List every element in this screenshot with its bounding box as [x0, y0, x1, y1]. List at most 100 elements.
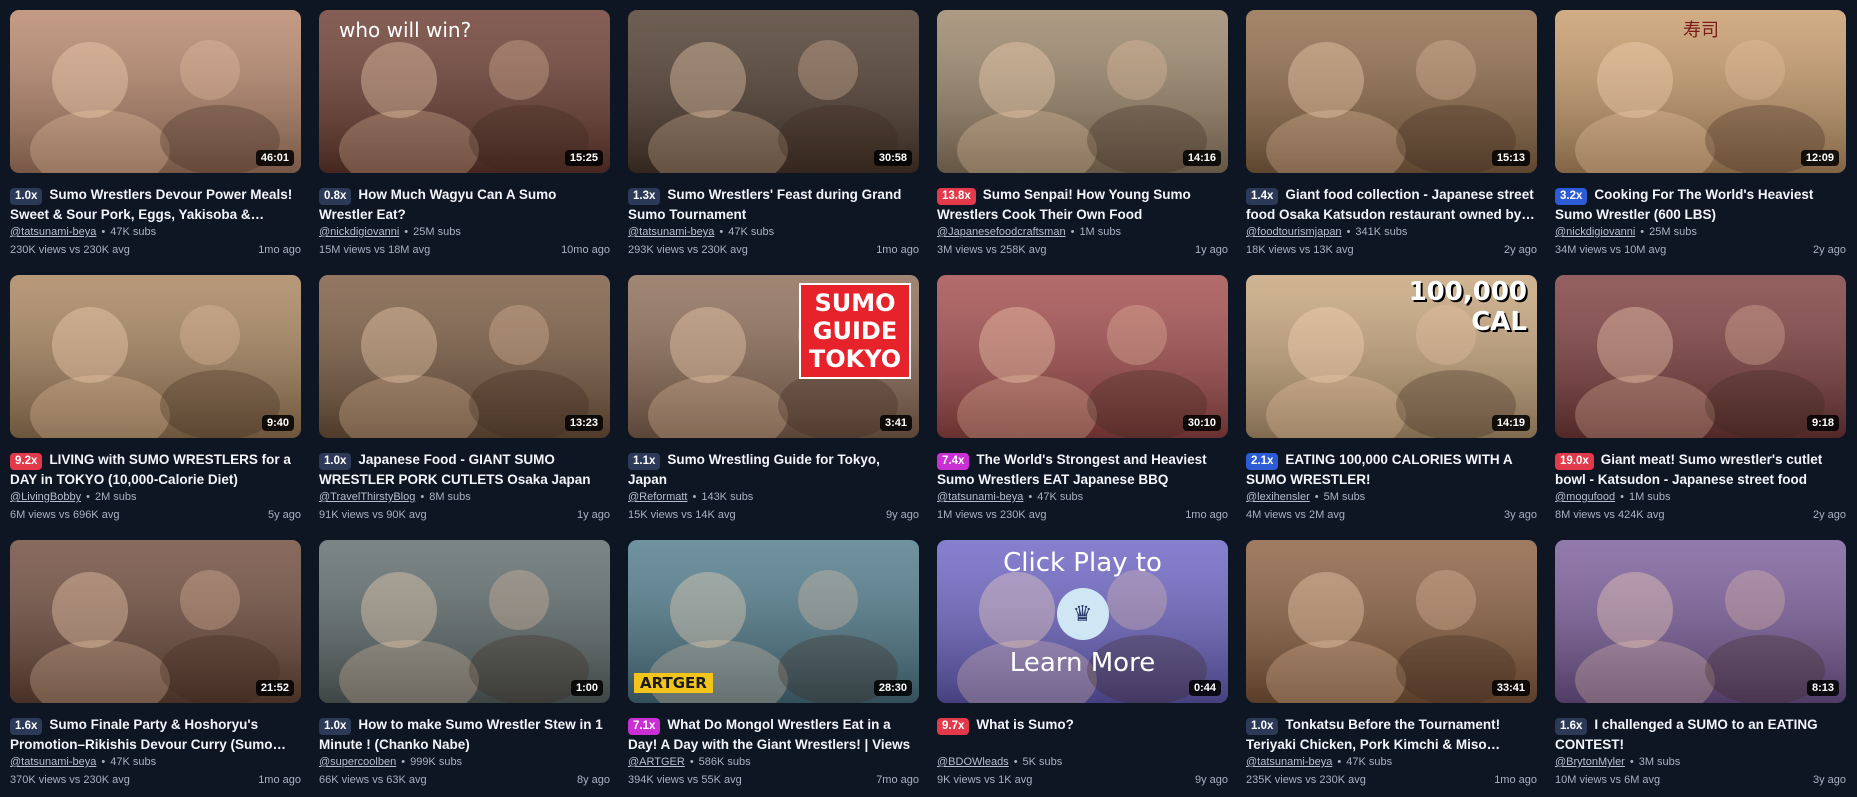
video-title[interactable]: Cooking For The World's Heaviest Sumo Wr…: [1555, 187, 1813, 222]
channel-link[interactable]: @nickdigiovanni: [1555, 226, 1635, 238]
video-title-row[interactable]: 1.6x Sumo Finale Party & Hoshoryu's Promo…: [10, 715, 301, 753]
video-title[interactable]: Sumo Wrestlers Devour Power Meals! Sweet…: [10, 187, 292, 223]
video-title-row[interactable]: 1.0x Sumo Wrestlers Devour Power Meals! S…: [10, 185, 301, 223]
video-title-row[interactable]: 13.8x Sumo Senpai! How Young Sumo Wrestle…: [937, 185, 1228, 223]
channel-link[interactable]: @foodtourismjapan: [1246, 226, 1342, 238]
channel-link[interactable]: @LivingBobby: [10, 491, 81, 503]
video-title-row[interactable]: 1.4x Giant food collection - Japanese str…: [1246, 185, 1537, 223]
video-card[interactable]: 15:13 1.4x Giant food collection - Japanes…: [1246, 10, 1537, 263]
video-card[interactable]: 寿司 12:09 3.2x Cooking For The World's Heavi…: [1555, 10, 1846, 263]
video-card[interactable]: 33:41 1.0x Tonkatsu Before the Tournament!…: [1246, 540, 1537, 793]
video-title[interactable]: How to make Sumo Wrestler Stew in 1 Minu…: [319, 717, 603, 752]
subscriber-count: 47K subs: [1346, 756, 1393, 768]
thumbnail-image: [1246, 10, 1537, 173]
video-title-row[interactable]: 0.8x How Much Wagyu Can A Sumo Wrestler E…: [319, 185, 610, 223]
video-duration: 0:44: [1188, 680, 1221, 696]
video-card[interactable]: 21:52 1.6x Sumo Finale Party & Hoshoryu's …: [10, 540, 301, 793]
video-card[interactable]: who will win? 15:25 0.8x How Much Wagyu Can…: [319, 10, 610, 263]
stats-row: 3M views vs 258K avg 1y ago: [937, 244, 1228, 256]
video-title[interactable]: EATING 100,000 CALORIES WITH A SUMO WRES…: [1246, 452, 1512, 487]
video-thumbnail[interactable]: 1:00: [319, 540, 610, 703]
video-thumbnail[interactable]: SUMO GUIDE TOKYO 3:41: [628, 275, 919, 438]
views-vs-avg: 370K views vs 230K avg: [10, 774, 130, 786]
video-title-row[interactable]: 9.2x LIVING with SUMO WRESTLERS for a DAY…: [10, 450, 301, 488]
stats-row: 15K views vs 14K avg 9y ago: [628, 509, 919, 521]
video-thumbnail[interactable]: who will win? 15:25: [319, 10, 610, 173]
video-title[interactable]: LIVING with SUMO WRESTLERS for a DAY in …: [10, 452, 291, 487]
video-thumbnail[interactable]: 13:23: [319, 275, 610, 438]
video-thumbnail[interactable]: 9:18: [1555, 275, 1846, 438]
video-card[interactable]: 1:00 1.0x How to make Sumo Wrestler Stew i…: [319, 540, 610, 793]
channel-link[interactable]: @tatsunami-beya: [10, 226, 96, 238]
video-card[interactable]: 46:01 1.0x Sumo Wrestlers Devour Power Mea…: [10, 10, 301, 263]
video-thumbnail[interactable]: 30:10: [937, 275, 1228, 438]
video-title-row[interactable]: 2.1x EATING 100,000 CALORIES WITH A SUMO …: [1246, 450, 1537, 488]
video-thumbnail[interactable]: 9:40: [10, 275, 301, 438]
channel-link[interactable]: @tatsunami-beya: [937, 491, 1023, 503]
channel-link[interactable]: @tatsunami-beya: [628, 226, 714, 238]
channel-link[interactable]: @BrytonMyler: [1555, 756, 1625, 768]
video-thumbnail[interactable]: 寿司 12:09: [1555, 10, 1846, 173]
video-title[interactable]: Sumo Wrestlers' Feast during Grand Sumo …: [628, 187, 901, 222]
video-title[interactable]: How Much Wagyu Can A Sumo Wrestler Eat?: [319, 187, 556, 222]
video-title-row[interactable]: 7.1x What Do Mongol Wrestlers Eat in a Da…: [628, 715, 919, 753]
video-title-row[interactable]: 19.0x Giant meat! Sumo wrestler's cutlet …: [1555, 450, 1846, 488]
video-thumbnail[interactable]: Click Play to ♛ Learn More 0:44: [937, 540, 1228, 703]
video-card[interactable]: Click Play to ♛ Learn More 0:44 9.7x What is …: [937, 540, 1228, 793]
video-title-row[interactable]: 1.1x Sumo Wrestling Guide for Tokyo, Japa…: [628, 450, 919, 488]
video-title[interactable]: Sumo Finale Party & Hoshoryu's Promotion…: [10, 717, 286, 753]
video-card[interactable]: 30:10 7.4x The World's Strongest and Heavi…: [937, 275, 1228, 528]
video-card[interactable]: 14:16 13.8x Sumo Senpai! How Young Sumo Wr…: [937, 10, 1228, 263]
video-title-row[interactable]: 1.3x Sumo Wrestlers' Feast during Grand S…: [628, 185, 919, 223]
video-title[interactable]: Japanese Food - GIANT SUMO WRESTLER PORK…: [319, 452, 591, 487]
channel-link[interactable]: @tatsunami-beya: [10, 756, 96, 768]
video-thumbnail[interactable]: 21:52: [10, 540, 301, 703]
video-title-row[interactable]: 1.6x I challenged a SUMO to an EATING CON…: [1555, 715, 1846, 753]
channel-link[interactable]: @Japanesefoodcraftsman: [937, 226, 1066, 238]
video-title-row[interactable]: 7.4x The World's Strongest and Heaviest S…: [937, 450, 1228, 488]
video-thumbnail[interactable]: 100,000 CAL 14:19: [1246, 275, 1537, 438]
video-title[interactable]: What is Sumo?: [976, 717, 1074, 732]
video-card[interactable]: 9:40 9.2x LIVING with SUMO WRESTLERS for a…: [10, 275, 301, 528]
video-thumbnail[interactable]: 33:41: [1246, 540, 1537, 703]
video-thumbnail[interactable]: 46:01: [10, 10, 301, 173]
video-title[interactable]: What Do Mongol Wrestlers Eat in a Day! A…: [628, 717, 910, 752]
channel-link[interactable]: @TravelThirstyBlog: [319, 491, 415, 503]
video-thumbnail[interactable]: 30:58: [628, 10, 919, 173]
video-card[interactable]: 13:23 1.0x Japanese Food - GIANT SUMO WRES…: [319, 275, 610, 528]
video-title-row[interactable]: 9.7x What is Sumo?: [937, 715, 1228, 753]
video-title[interactable]: The World's Strongest and Heaviest Sumo …: [937, 452, 1207, 487]
video-title[interactable]: Sumo Wrestling Guide for Tokyo, Japan: [628, 452, 880, 487]
video-title-row[interactable]: 1.0x How to make Sumo Wrestler Stew in 1 …: [319, 715, 610, 753]
video-card[interactable]: 8:13 1.6x I challenged a SUMO to an EATING…: [1555, 540, 1846, 793]
channel-link[interactable]: @ARTGER: [628, 756, 685, 768]
views-vs-avg: 91K views vs 90K avg: [319, 509, 427, 521]
channel-link[interactable]: @Reformatt: [628, 491, 687, 503]
channel-link[interactable]: @mogufood: [1555, 491, 1615, 503]
video-title[interactable]: I challenged a SUMO to an EATING CONTEST…: [1555, 717, 1818, 752]
video-title-row[interactable]: 3.2x Cooking For The World's Heaviest Sum…: [1555, 185, 1846, 223]
subscriber-count: 3M subs: [1638, 756, 1681, 768]
video-title[interactable]: Giant food collection - Japanese street …: [1246, 187, 1535, 223]
channel-link[interactable]: @BDOWleads: [937, 756, 1009, 768]
video-card[interactable]: ARTGER 28:30 7.1x What Do Mongol Wrestlers …: [628, 540, 919, 793]
video-title-row[interactable]: 1.0x Japanese Food - GIANT SUMO WRESTLER …: [319, 450, 610, 488]
video-thumbnail[interactable]: ARTGER 28:30: [628, 540, 919, 703]
video-title[interactable]: Giant meat! Sumo wrestler's cutlet bowl …: [1555, 452, 1822, 487]
channel-link[interactable]: @lexihensler: [1246, 491, 1310, 503]
channel-link[interactable]: @supercoolben: [319, 756, 396, 768]
video-card[interactable]: 9:18 19.0x Giant meat! Sumo wrestler's cut…: [1555, 275, 1846, 528]
separator-dot: •: [101, 756, 106, 768]
video-title-row[interactable]: 1.0x Tonkatsu Before the Tournament! Teri…: [1246, 715, 1537, 753]
channel-link[interactable]: @tatsunami-beya: [1246, 756, 1332, 768]
video-card[interactable]: 30:58 1.3x Sumo Wrestlers' Feast during Gr…: [628, 10, 919, 263]
video-title[interactable]: Tonkatsu Before the Tournament! Teriyaki…: [1246, 717, 1500, 753]
channel-link[interactable]: @nickdigiovanni: [319, 226, 399, 238]
video-card[interactable]: 100,000 CAL 14:19 2.1x EATING 100,000 CALOR…: [1246, 275, 1537, 528]
subscriber-count: 5M subs: [1323, 491, 1366, 503]
subscriber-count: 8M subs: [429, 491, 471, 503]
video-thumbnail[interactable]: 14:16: [937, 10, 1228, 173]
video-thumbnail[interactable]: 8:13: [1555, 540, 1846, 703]
video-card[interactable]: SUMO GUIDE TOKYO 3:41 1.1x Sumo Wrestling G…: [628, 275, 919, 528]
video-thumbnail[interactable]: 15:13: [1246, 10, 1537, 173]
